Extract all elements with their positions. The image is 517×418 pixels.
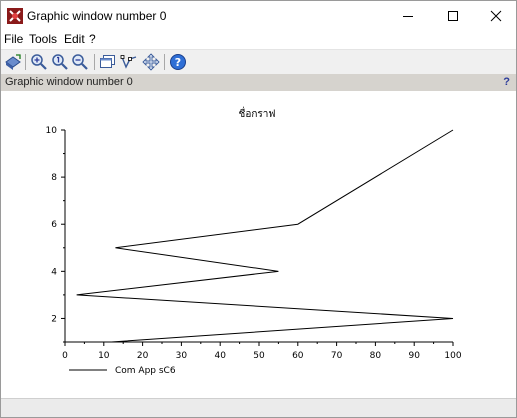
line-chart: ชื่อกราฟ 0 10 20 30 40 50 60 70 80 90 100 2 4 6 8 10 Co… bbox=[46, 106, 462, 376]
menu-tools[interactable]: Tools bbox=[29, 32, 57, 46]
zoom-reset-icon bbox=[52, 54, 68, 70]
x-tick-label: 90 bbox=[408, 351, 420, 361]
chart-axes: 0 10 20 30 40 50 60 70 80 90 100 2 4 6 8 10 bbox=[46, 126, 462, 361]
y-tick-label: 10 bbox=[46, 126, 58, 136]
plot-area: ชื่อกราฟ 0 10 20 30 40 50 60 70 80 90 100 2 4 6 8 10 Co… bbox=[1, 91, 516, 398]
x-tick-label: 70 bbox=[331, 351, 343, 361]
y-tick-label: 6 bbox=[51, 220, 57, 230]
zoom-in-icon bbox=[31, 54, 47, 70]
info-help-link[interactable]: ? bbox=[503, 76, 510, 88]
close-button[interactable] bbox=[473, 1, 516, 31]
x-tick-label: 50 bbox=[253, 351, 265, 361]
x-tick-label: 40 bbox=[214, 351, 226, 361]
help-button[interactable]: ? bbox=[169, 53, 187, 71]
zoom-reset-button[interactable] bbox=[51, 53, 69, 71]
y-tick-label: 8 bbox=[51, 173, 57, 183]
x-tick-label: 0 bbox=[62, 351, 68, 361]
minimize-icon bbox=[402, 16, 413, 17]
x-tick-label: 100 bbox=[444, 351, 461, 361]
chart-title: ชื่อกราฟ bbox=[239, 106, 276, 120]
datatip-window-button[interactable] bbox=[99, 53, 117, 71]
x-tick-label: 60 bbox=[292, 351, 304, 361]
pan-icon bbox=[142, 53, 160, 71]
datatip-edit-button[interactable] bbox=[120, 53, 138, 71]
info-bar-text: Graphic window number 0 bbox=[5, 76, 133, 88]
status-bar bbox=[1, 398, 516, 417]
y-tick-label: 4 bbox=[51, 267, 57, 277]
help-icon: ? bbox=[170, 54, 186, 70]
toolbar: ? bbox=[1, 49, 516, 74]
legend-label: Com App sC6 bbox=[115, 366, 176, 376]
svg-text:?: ? bbox=[175, 56, 181, 69]
rotate-3d-icon bbox=[5, 54, 21, 70]
toolbar-separator bbox=[25, 54, 26, 70]
scilab-app-icon bbox=[7, 8, 23, 24]
chart-legend: Com App sC6 bbox=[69, 366, 176, 376]
x-tick-label: 80 bbox=[370, 351, 382, 361]
datatip-edit-icon bbox=[120, 55, 137, 69]
pan-button[interactable] bbox=[142, 53, 160, 71]
graphic-window: Graphic window number 0 File Tools Edit … bbox=[0, 0, 517, 418]
menu-edit[interactable]: Edit bbox=[64, 32, 85, 46]
title-bar: Graphic window number 0 bbox=[1, 1, 516, 31]
close-icon bbox=[490, 10, 501, 22]
zoom-in-button[interactable] bbox=[30, 53, 48, 71]
minimize-button[interactable] bbox=[385, 1, 430, 31]
x-tick-label: 30 bbox=[176, 351, 188, 361]
menu-bar: File Tools Edit ? bbox=[1, 31, 516, 48]
chart-marks bbox=[76, 129, 454, 343]
toolbar-separator bbox=[164, 54, 165, 70]
toolbar-separator bbox=[94, 54, 95, 70]
x-tick-label: 10 bbox=[98, 351, 110, 361]
x-tick-label: 20 bbox=[137, 351, 149, 361]
datatip-window-icon bbox=[100, 55, 115, 68]
menu-file[interactable]: File bbox=[4, 32, 23, 46]
rotate-button[interactable] bbox=[4, 53, 22, 71]
info-bar: Graphic window number 0 ? bbox=[1, 74, 516, 91]
y-tick-label: 2 bbox=[51, 314, 57, 324]
series-line bbox=[76, 129, 454, 343]
zoom-out-icon bbox=[72, 54, 88, 70]
menu-help[interactable]: ? bbox=[89, 32, 96, 46]
maximize-icon bbox=[447, 11, 458, 21]
window-title: Graphic window number 0 bbox=[27, 9, 167, 23]
zoom-out-button[interactable] bbox=[71, 53, 89, 71]
maximize-button[interactable] bbox=[430, 1, 475, 31]
